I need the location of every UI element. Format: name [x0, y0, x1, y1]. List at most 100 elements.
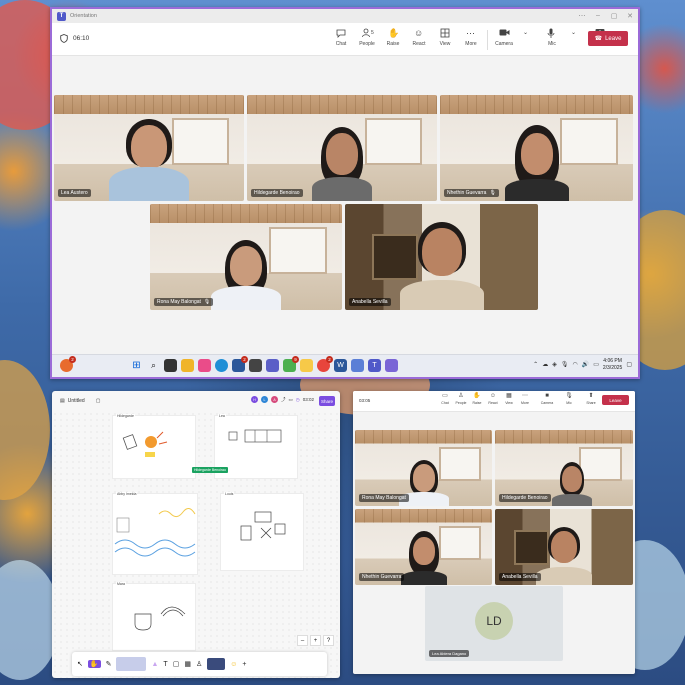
- template-tool-icon[interactable]: ♙: [196, 660, 202, 668]
- avatar-tile[interactable]: LD Lea Abiera Dagano: [425, 586, 563, 661]
- shapes-tool-icon[interactable]: ▲: [151, 661, 158, 668]
- react-button[interactable]: ☺ React: [406, 28, 432, 50]
- copilot-icon[interactable]: [198, 359, 211, 372]
- board-options-icon[interactable]: ▢: [96, 398, 101, 404]
- video-tile[interactable]: Nhethin Guevarra 🎙: [440, 95, 633, 201]
- raise-hand-button[interactable]: ✋ Raise: [380, 28, 406, 50]
- whiteboard-card[interactable]: Mara: [112, 582, 196, 651]
- collaborator-avatar[interactable]: A: [271, 396, 279, 403]
- more-button[interactable]: ⋯ More: [517, 393, 533, 405]
- camera-button[interactable]: ■ Camera: [539, 393, 555, 405]
- timer-icon[interactable]: ◷: [296, 397, 300, 403]
- collaborator-avatar[interactable]: L: [261, 396, 269, 403]
- teams-icon[interactable]: T: [368, 359, 381, 372]
- frame-tool-icon[interactable]: ▢: [173, 660, 180, 668]
- shield-icon: [60, 34, 68, 43]
- app-icon[interactable]: 9: [283, 356, 299, 372]
- search-icon[interactable]: ⌕: [147, 359, 160, 372]
- file-explorer-icon[interactable]: [181, 359, 194, 372]
- more-button[interactable]: ⋯ More: [458, 28, 484, 50]
- app-icon[interactable]: [385, 359, 398, 372]
- video-tile[interactable]: Anabella Sevilla: [495, 509, 633, 585]
- chrome-icon[interactable]: 2: [317, 356, 333, 372]
- whiteboard-card[interactable]: Hildegarde: [112, 414, 196, 479]
- leave-button[interactable]: Leave: [602, 395, 629, 405]
- mic-options-button[interactable]: ⌄: [565, 28, 587, 50]
- marker-tool-icon[interactable]: [116, 657, 147, 671]
- video-tile[interactable]: Anabella Sevilla: [345, 204, 538, 310]
- media-tool-icon[interactable]: [207, 658, 226, 670]
- app-icon[interactable]: [266, 359, 279, 372]
- battery-icon[interactable]: ▭: [593, 361, 599, 368]
- more-options-icon[interactable]: ⋯: [574, 12, 590, 20]
- cloud-icon[interactable]: ☁: [542, 361, 548, 368]
- wifi-icon[interactable]: ◠: [572, 361, 577, 368]
- zoom-in-button[interactable]: +: [310, 635, 321, 646]
- camera-icon: [499, 28, 510, 38]
- task-view-icon[interactable]: [164, 359, 177, 372]
- chevron-up-icon[interactable]: ⌃: [533, 361, 538, 368]
- people-button[interactable]: 5 People: [354, 28, 380, 50]
- text-tool-icon[interactable]: T: [163, 661, 167, 668]
- participant-name: Hildegarde Benoirao: [254, 190, 300, 196]
- start-icon[interactable]: ⊞: [130, 359, 143, 372]
- mic-muted-icon: 🎙: [203, 299, 211, 305]
- video-tile[interactable]: Rona May Balongat: [355, 430, 492, 506]
- app-tray-icon[interactable]: ◈: [552, 361, 557, 368]
- video-tile[interactable]: Hildegarde Benoirao: [495, 430, 633, 506]
- camera-button[interactable]: Camera: [491, 28, 517, 50]
- video-tile[interactable]: Hildegarde Benoirao: [247, 95, 437, 201]
- help-button[interactable]: ?: [323, 635, 334, 646]
- maximize-button[interactable]: ▢: [606, 12, 622, 20]
- pen-tool-icon[interactable]: ✎: [106, 660, 112, 668]
- video-tile[interactable]: Rona May Balongat 🎙: [150, 204, 342, 310]
- view-icon: [440, 28, 450, 38]
- chat-button[interactable]: Chat: [328, 28, 354, 50]
- share-link-icon[interactable]: ⤴: [281, 397, 286, 403]
- mic-button[interactable]: 🎙 Mic: [561, 393, 577, 405]
- add-tool-icon[interactable]: +: [242, 661, 246, 668]
- raise-hand-button[interactable]: ✋ Raise: [469, 393, 485, 405]
- board-title[interactable]: Untitled: [68, 398, 85, 404]
- zoom-out-button[interactable]: –: [297, 635, 308, 646]
- board-menu-icon[interactable]: ▤: [60, 398, 65, 404]
- select-tool-icon[interactable]: ↖: [77, 660, 83, 668]
- collaborator-avatar[interactable]: H: [251, 396, 259, 403]
- minimize-button[interactable]: –: [590, 12, 606, 20]
- react-button[interactable]: ☺ React: [485, 393, 501, 405]
- people-button[interactable]: ♙ People: [453, 393, 469, 405]
- chat-button[interactable]: ▭ Chat: [437, 393, 453, 405]
- share-button[interactable]: ⬆ Share: [583, 393, 599, 405]
- table-tool-icon[interactable]: ▦: [184, 660, 191, 668]
- share-icon: ⬆: [588, 393, 594, 399]
- word-icon[interactable]: W: [334, 359, 347, 372]
- clock[interactable]: 4:06 PM 2/3/2025: [603, 358, 622, 371]
- hand-tool-icon[interactable]: ✋: [87, 660, 101, 668]
- comment-icon[interactable]: ▭: [289, 397, 293, 403]
- volume-icon[interactable]: 🔊: [582, 361, 589, 368]
- mic-icon: [547, 28, 557, 38]
- meeting-toolbar: 03:05 ▭ Chat ♙ People ✋ Raise ☺ React ▦ View …: [353, 391, 635, 412]
- app-icon[interactable]: [249, 359, 262, 372]
- weather-widget[interactable]: 2: [60, 356, 76, 372]
- close-button[interactable]: ✕: [622, 12, 638, 20]
- view-button[interactable]: View: [432, 28, 458, 50]
- share-button[interactable]: Share: [319, 396, 335, 406]
- app-icon[interactable]: [351, 359, 364, 372]
- app-icon[interactable]: 2: [232, 356, 248, 372]
- mic-tray-icon[interactable]: 🎙: [561, 361, 569, 368]
- video-tile[interactable]: Nhethin Guevarra: [355, 509, 492, 585]
- view-button[interactable]: ▦ View: [501, 393, 517, 405]
- camera-options-button[interactable]: ⌄: [517, 28, 539, 50]
- app-icon[interactable]: [300, 359, 313, 372]
- emoji-tool-icon[interactable]: ☺: [230, 661, 237, 668]
- video-tile[interactable]: Lea Austero: [54, 95, 244, 201]
- leave-button[interactable]: ☎ Leave: [588, 31, 628, 46]
- leave-label: Leave: [609, 397, 622, 403]
- edge-icon[interactable]: [215, 359, 228, 372]
- whiteboard-card[interactable]: Abby Imelda: [112, 492, 198, 575]
- whiteboard-card[interactable]: Louis: [220, 492, 304, 571]
- windows-taskbar: 2 ⊞ ⌕ 2 9 2 W T ⌃ ☁ ◈ 🎙 ◠ 🔊 ▭ 4:06 PM 2/…: [52, 354, 638, 377]
- mic-button[interactable]: Mic: [539, 28, 565, 50]
- notifications-icon[interactable]: ▢: [626, 361, 632, 368]
